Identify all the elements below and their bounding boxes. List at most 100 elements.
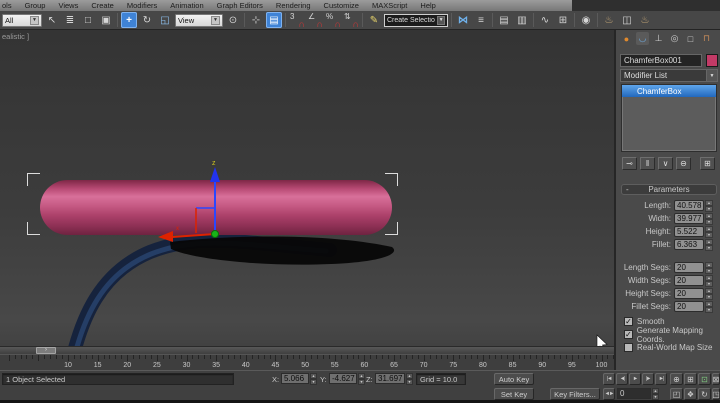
select-by-name-icon[interactable]: ≣ — [62, 12, 78, 28]
object-name-field[interactable]: ChamferBox001 — [620, 54, 702, 67]
dropdown-arrow-icon[interactable]: ▼ — [437, 16, 445, 25]
menu-item-graph-editors[interactable]: Graph Editors — [217, 1, 263, 10]
segment-value-field[interactable]: 20 — [674, 262, 704, 273]
dropdown-arrow-icon[interactable]: ▼ — [211, 16, 220, 25]
modify-tab-icon[interactable]: ◡ — [636, 32, 649, 45]
object-color-swatch[interactable] — [706, 54, 718, 67]
x-coordinate-spinner[interactable]: ▲▼ — [310, 373, 317, 384]
window-crossing-icon[interactable]: ▣ — [98, 12, 114, 28]
make-unique-icon[interactable]: ∨ — [658, 157, 673, 170]
named-selection-set-dropdown[interactable]: Create Selection S▼ — [384, 14, 448, 27]
utilities-tab-icon[interactable]: ⊓ — [700, 32, 713, 45]
segment-spinner[interactable]: ▲▼ — [705, 275, 713, 286]
go-to-start-button[interactable]: |◄ — [603, 373, 615, 385]
menu-item-views[interactable]: Views — [58, 1, 78, 10]
menu-item-create[interactable]: Create — [91, 1, 114, 10]
menu-item-modifiers[interactable]: Modifiers — [127, 1, 157, 10]
reference-coordinate-system-dropdown[interactable]: View▼ — [175, 14, 223, 27]
angle-snap-toggle-icon[interactable]: ∠∩ — [307, 12, 323, 28]
time-slider-handle[interactable]: › — [36, 347, 56, 354]
previous-frame-button[interactable]: ◄| — [616, 373, 628, 385]
render-setup-icon[interactable]: ♨ — [601, 12, 617, 28]
spinner-snap-toggle-icon[interactable]: ⇅∩ — [343, 12, 359, 28]
rendered-frame-window-icon[interactable]: ◫ — [619, 12, 635, 28]
parameter-spinner[interactable]: ▲▼ — [705, 213, 713, 224]
material-editor-icon[interactable]: ◉ — [578, 12, 594, 28]
zoom-extents-all-icon[interactable]: ⊠ — [712, 373, 720, 385]
maximize-viewport-icon[interactable]: ◳ — [712, 388, 720, 400]
menu-item-animation[interactable]: Animation — [170, 1, 203, 10]
mirror-icon[interactable]: ⋈ — [455, 12, 471, 28]
parameter-spinner[interactable]: ▲▼ — [705, 226, 713, 237]
current-frame-spinner[interactable]: ▲▼ — [652, 388, 659, 399]
schematic-view-icon[interactable]: ⊞ — [555, 12, 571, 28]
dropdown-arrow-icon[interactable]: ▼ — [30, 16, 39, 25]
z-coordinate-field[interactable]: 31.697 — [375, 373, 405, 384]
parameter-value-field[interactable]: 39.977 — [674, 213, 704, 224]
go-to-end-button[interactable]: ►| — [655, 373, 667, 385]
x-coordinate-field[interactable]: 5.066 — [281, 373, 309, 384]
rectangular-selection-region-icon[interactable]: □ — [80, 12, 96, 28]
perspective-viewport[interactable]: ealistic ] z x — [0, 30, 614, 346]
track-bar-ruler[interactable]: 101520253035404550556065707580859095100 — [0, 354, 614, 370]
segment-spinner[interactable]: ▲▼ — [705, 301, 713, 312]
gizmo-x-axis[interactable] — [172, 234, 215, 237]
smooth-checkbox[interactable]: ✓ — [624, 317, 633, 326]
select-and-manipulate-icon[interactable]: ⊹ — [248, 12, 264, 28]
arc-rotate-icon[interactable]: ↻ — [698, 388, 711, 400]
keyboard-shortcut-override-icon[interactable]: ▤ — [266, 12, 282, 28]
segment-value-field[interactable]: 20 — [674, 288, 704, 299]
menu-item-maxscript[interactable]: MAXScript — [372, 1, 407, 10]
dropdown-arrow-icon[interactable]: ▼ — [706, 70, 717, 81]
parameter-spinner[interactable]: ▲▼ — [705, 239, 713, 250]
generate-mapping-coords--checkbox[interactable]: ✓ — [624, 330, 633, 339]
selection-filter-dropdown[interactable]: All▼ — [2, 14, 42, 27]
y-coordinate-field[interactable]: -4.627 — [329, 373, 357, 384]
play-button[interactable]: ► — [629, 373, 641, 385]
remove-modifier-icon[interactable]: ⊖ — [676, 157, 691, 170]
manage-layers-icon[interactable]: ▤ — [496, 12, 512, 28]
gizmo-center-handle[interactable] — [212, 231, 219, 238]
menu-item-ols[interactable]: ols — [2, 1, 12, 10]
gizmo-x-arrowhead[interactable] — [158, 231, 173, 242]
menu-item-group[interactable]: Group — [25, 1, 46, 10]
menu-item-help[interactable]: Help — [420, 1, 435, 10]
parameters-rollout-header[interactable]: - Parameters — [621, 184, 717, 195]
parameter-spinner[interactable]: ▲▼ — [705, 200, 713, 211]
pin-stack-icon[interactable]: ⊸ — [622, 157, 637, 170]
hierarchy-tab-icon[interactable]: ⊥ — [652, 32, 665, 45]
zoom-icon[interactable]: ⊕ — [670, 373, 683, 385]
segment-spinner[interactable]: ▲▼ — [705, 262, 713, 273]
real-world-map-size-checkbox[interactable] — [624, 343, 633, 352]
gizmo-z-arrowhead[interactable] — [210, 167, 220, 182]
set-key-button[interactable]: Set Key — [494, 388, 534, 400]
percent-snap-toggle-icon[interactable]: %∩ — [325, 12, 341, 28]
time-slider-track[interactable]: › — [0, 346, 614, 354]
segment-value-field[interactable]: 20 — [674, 301, 704, 312]
select-and-move-icon[interactable]: + — [121, 12, 137, 28]
current-frame-field[interactable]: 0 — [617, 388, 651, 399]
rollout-collapse-icon[interactable]: - — [626, 185, 629, 194]
curve-editor-icon[interactable]: ∿ — [537, 12, 553, 28]
configure-modifier-sets-icon[interactable]: ⊞ — [700, 157, 715, 170]
key-filters-button[interactable]: Key Filters... — [550, 388, 600, 400]
segment-spinner[interactable]: ▲▼ — [705, 288, 713, 299]
show-end-result-icon[interactable]: ‖ — [640, 157, 655, 170]
auto-key-button[interactable]: Auto Key — [494, 373, 534, 385]
pan-view-icon[interactable]: ❖ — [684, 388, 697, 400]
edit-named-selection-sets-icon[interactable]: ✎ — [366, 12, 382, 28]
segment-value-field[interactable]: 20 — [674, 275, 704, 286]
next-frame-button[interactable]: |► — [642, 373, 654, 385]
align-icon[interactable]: ≡ — [473, 12, 489, 28]
menu-item-rendering[interactable]: Rendering — [276, 1, 311, 10]
key-mode-toggle-icon[interactable]: ◄► — [603, 388, 615, 400]
modifier-list-dropdown[interactable]: Modifier List ▼ — [620, 69, 718, 82]
display-tab-icon[interactable]: □ — [684, 32, 697, 45]
parameter-value-field[interactable]: 40.578 — [674, 200, 704, 211]
motion-tab-icon[interactable]: ◎ — [668, 32, 681, 45]
render-production-icon[interactable]: ♨ — [637, 12, 653, 28]
parameter-value-field[interactable]: 5.522 — [674, 226, 704, 237]
parameter-value-field[interactable]: 6.363 — [674, 239, 704, 250]
use-pivot-point-center-icon[interactable]: ⊙ — [225, 12, 241, 28]
zoom-all-icon[interactable]: ⊞ — [684, 373, 697, 385]
